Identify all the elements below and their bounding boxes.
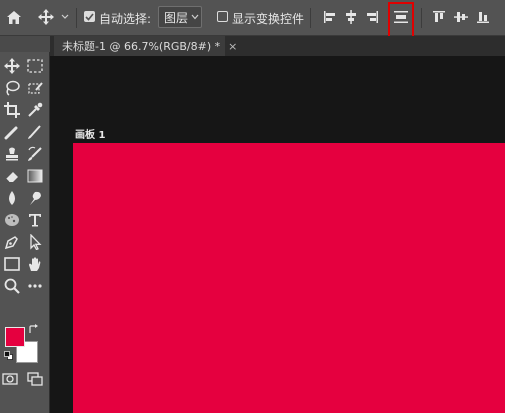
clone-stamp-tool-icon[interactable] [2,144,22,164]
artboard[interactable] [73,143,505,413]
document-tab-bar: 未标题-1 @ 66.7%(RGB/8#) * × [50,36,505,56]
document-tab[interactable]: 未标题-1 @ 66.7%(RGB/8#) * × [54,36,237,56]
align-vertical-centers-icon[interactable] [451,7,471,27]
layer-select-value: 图层 [164,10,189,25]
screen-mode-icon[interactable] [25,369,45,389]
document-tab-title: 未标题-1 @ 66.7%(RGB/8#) * [62,40,221,53]
sponge-tool-icon[interactable] [2,210,22,230]
show-transform-checkbox[interactable] [217,11,228,22]
history-brush-tool-icon[interactable] [25,144,45,164]
quick-mask-icon[interactable] [0,369,20,389]
artboard-label[interactable]: 画板 1 [75,126,105,141]
hand-tool-icon[interactable] [25,254,45,274]
move-tool-preset-button[interactable] [38,8,72,26]
gradient-tool-icon[interactable] [25,166,45,186]
divider [310,8,311,28]
crop-tool-icon[interactable] [2,100,22,120]
brush-tool-icon[interactable] [25,122,45,142]
path-selection-tool-icon[interactable] [25,232,45,252]
chevron-down-icon [61,14,69,19]
move-tool-icon[interactable] [2,56,22,76]
tools-panel-grip[interactable] [0,36,50,52]
type-tool-icon[interactable] [25,210,45,230]
close-icon[interactable]: × [228,40,237,53]
zoom-tool-icon[interactable] [2,276,22,296]
foreground-color-swatch[interactable] [5,327,25,347]
auto-select-label: 自动选择: [99,12,152,26]
rectangle-tool-icon[interactable] [2,254,22,274]
canvas-area[interactable]: 画板 1 [50,56,505,413]
auto-select-target-dropdown[interactable]: 图层 [158,6,202,28]
align-horizontal-centers-icon[interactable] [341,7,361,27]
align-left-edges-icon[interactable] [320,7,340,27]
divider [421,8,422,28]
eyedropper-tool-icon[interactable] [25,100,45,120]
more-tools-icon[interactable] [25,276,45,296]
default-colors-icon[interactable] [3,350,13,360]
lasso-tool-icon[interactable] [2,78,22,98]
eraser-tool-icon[interactable] [2,166,22,186]
swap-colors-icon[interactable] [27,323,39,335]
quick-selection-tool-icon[interactable] [25,78,45,98]
pen-tool-icon[interactable] [2,232,22,252]
tools-panel [0,36,50,413]
divider [76,8,77,28]
healing-brush-tool-icon[interactable] [2,122,22,142]
marquee-tool-icon[interactable] [25,56,45,76]
align-bottom-edges-icon[interactable] [473,7,493,27]
show-transform-label: 显示变换控件 [232,12,305,26]
home-icon[interactable] [4,8,24,26]
options-bar: 自动选择: 图层 显示变换控件 [0,0,505,38]
align-top-edges-icon[interactable] [429,7,449,27]
auto-select-checkbox[interactable] [84,11,95,22]
smudge-tool-icon[interactable] [25,188,45,208]
chevron-down-icon [191,14,199,20]
blur-tool-icon[interactable] [2,188,22,208]
highlight-box [388,2,414,38]
align-right-edges-icon[interactable] [362,7,382,27]
